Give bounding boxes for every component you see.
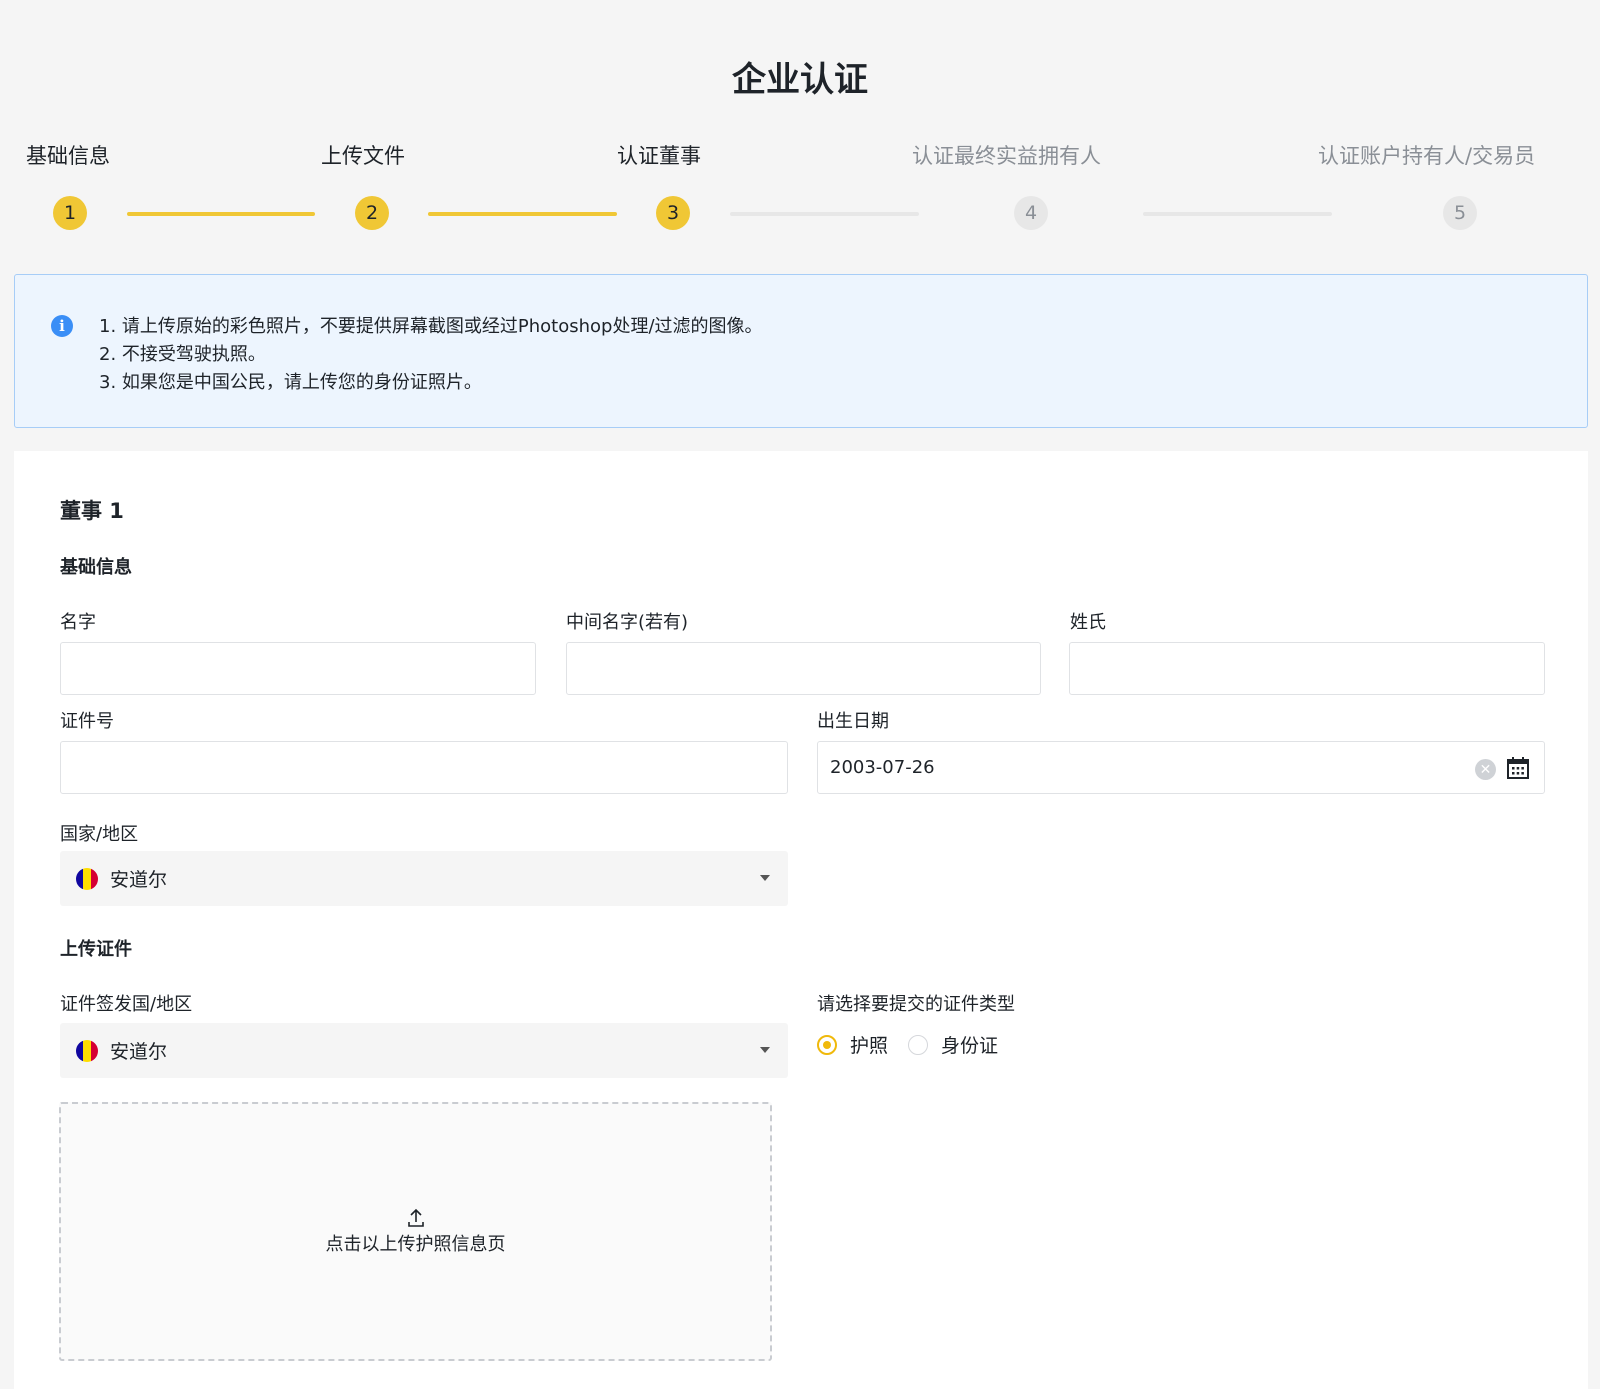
info-icon: i [51,315,73,337]
id-number-input[interactable] [60,741,788,794]
step-label-basic-info: 基础信息 [26,144,110,168]
step-connector-4 [1143,212,1332,216]
first-name-input[interactable] [60,642,536,695]
page-title: 企业认证 [732,60,868,100]
country-select-value: 安道尔 [110,869,168,891]
issuing-country-select-value: 安道尔 [110,1041,168,1063]
last-name-label: 姓氏 [1070,612,1106,633]
chevron-down-icon [760,875,770,881]
doc-type-label: 请选择要提交的证件类型 [817,994,1015,1015]
step-label-upload-files: 上传文件 [321,144,405,168]
step-circle-5: 5 [1443,196,1477,230]
notice-line-2: 2. 不接受驾驶执照。 [99,344,266,365]
step-circle-3: 3 [656,196,690,230]
basic-info-heading: 基础信息 [60,557,132,578]
radio-id-card[interactable] [908,1035,928,1055]
director-heading: 董事 1 [60,499,124,523]
first-name-label: 名字 [60,612,96,633]
step-circle-2: 2 [355,196,389,230]
notice-line-1: 1. 请上传原始的彩色照片，不要提供屏幕截图或经过Photoshop处理/过滤的… [99,316,763,337]
upload-doc-heading: 上传证件 [60,939,132,960]
middle-name-label: 中间名字(若有) [566,612,689,633]
upload-notice: i 1. 请上传原始的彩色照片，不要提供屏幕截图或经过Photoshop处理/过… [14,274,1588,428]
andorra-flag-icon [76,867,98,890]
dob-label: 出生日期 [817,711,889,732]
last-name-input[interactable] [1069,642,1545,695]
notice-line-3: 3. 如果您是中国公民，请上传您的身份证照片。 [99,372,482,393]
step-circle-1: 1 [53,196,87,230]
middle-name-input[interactable] [566,642,1041,695]
upload-icon [407,1208,424,1227]
upload-prompt: 点击以上传护照信息页 [325,1234,506,1255]
calendar-icon[interactable] [1506,756,1530,780]
passport-upload-dropzone[interactable]: 点击以上传护照信息页 [59,1102,772,1361]
director-form-card: 董事 1 基础信息 名字 中间名字(若有) 姓氏 证件号 出生日期 2003-0… [14,451,1588,1389]
step-label-verify-ubo: 认证最终实益拥有人 [912,144,1101,168]
issuing-country-select[interactable]: 安道尔 [60,1023,788,1078]
country-select[interactable]: 安道尔 [60,851,788,906]
step-label-verify-directors: 认证董事 [617,144,701,168]
andorra-flag-icon [76,1039,98,1062]
dob-date-input[interactable]: 2003-07-26 ✕ [817,741,1545,794]
dob-value: 2003-07-26 [830,757,935,778]
radio-id-card-label[interactable]: 身份证 [941,1031,998,1058]
radio-passport[interactable] [817,1035,837,1055]
step-label-verify-account-holder: 认证账户持有人/交易员 [1318,144,1536,168]
step-circle-4: 4 [1014,196,1048,230]
id-number-label: 证件号 [60,711,114,732]
radio-passport-label[interactable]: 护照 [850,1031,888,1058]
step-connector-1 [127,212,315,216]
country-label: 国家/地区 [60,824,139,845]
chevron-down-icon [760,1047,770,1053]
clear-icon[interactable]: ✕ [1475,759,1496,780]
step-connector-2 [428,212,617,216]
notice-lines: 1. 请上传原始的彩色照片，不要提供屏幕截图或经过Photoshop处理/过滤的… [99,313,763,397]
issuing-country-label: 证件签发国/地区 [60,994,193,1015]
step-connector-3 [730,212,919,216]
